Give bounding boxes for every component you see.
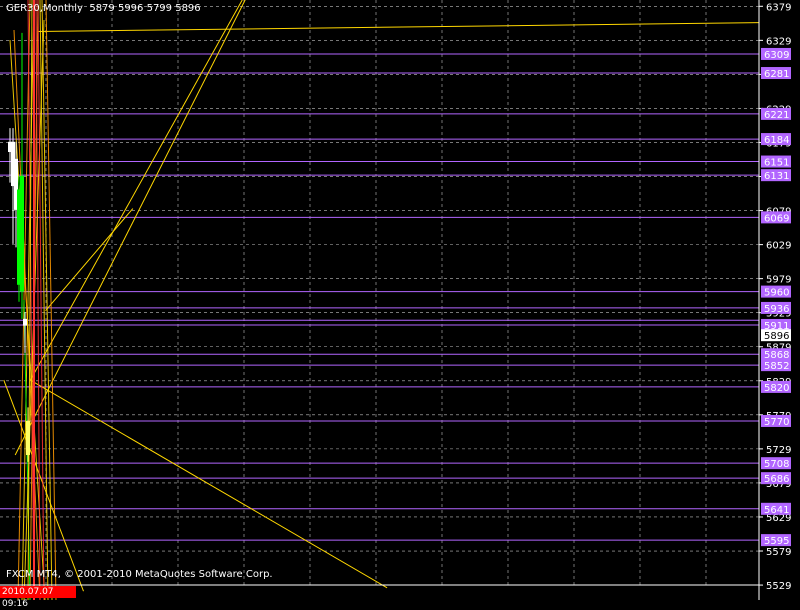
- y-tick-label: 5729: [766, 445, 791, 456]
- level-label: 5960: [764, 288, 789, 299]
- level-label: 6151: [764, 158, 789, 169]
- level-label: 5770: [764, 417, 789, 428]
- symbol-label: GER30,Monthly: [6, 3, 83, 14]
- y-tick-label: 5979: [766, 275, 791, 286]
- current-price-tag: 5896: [761, 329, 791, 342]
- level-label: 5686: [764, 474, 789, 485]
- level-label: 5641: [764, 505, 789, 516]
- y-tick-label: 5579: [766, 547, 791, 558]
- ohlc-values: 5879 5996 5799 5896: [89, 3, 201, 14]
- chart-background: [0, 0, 800, 600]
- copyright-text: FXCM MT4, © 2001-2010 MetaQuotes Softwar…: [6, 569, 273, 580]
- y-tick-label: 6379: [766, 2, 791, 13]
- chart-title: GER30,Monthly 5879 5996 5799 5896: [6, 3, 201, 14]
- level-label: 5936: [764, 304, 789, 315]
- level-label: 6069: [764, 213, 789, 224]
- level-label: 6131: [764, 171, 789, 182]
- price-chart[interactable]: 6379632962796229617961296079602959795929…: [0, 0, 800, 600]
- level-label: 6221: [764, 110, 789, 121]
- level-label: 6281: [764, 69, 789, 80]
- y-tick-label: 5529: [766, 581, 791, 592]
- candle-body[interactable]: [23, 318, 27, 326]
- level-label: 5708: [764, 459, 789, 470]
- level-label: 5820: [764, 383, 789, 394]
- price-tag-label: 5896: [764, 331, 789, 342]
- candle-body[interactable]: [20, 175, 24, 292]
- y-tick-label: 6029: [766, 241, 791, 252]
- y-tick-label: 6329: [766, 36, 791, 47]
- level-label: 5852: [764, 361, 789, 372]
- level-label: 6309: [764, 50, 789, 61]
- level-label: 5595: [764, 536, 789, 547]
- time-marker: 2010.07.07 09:16: [0, 586, 76, 609]
- level-label: 6184: [764, 135, 789, 146]
- candle-body[interactable]: [26, 420, 30, 456]
